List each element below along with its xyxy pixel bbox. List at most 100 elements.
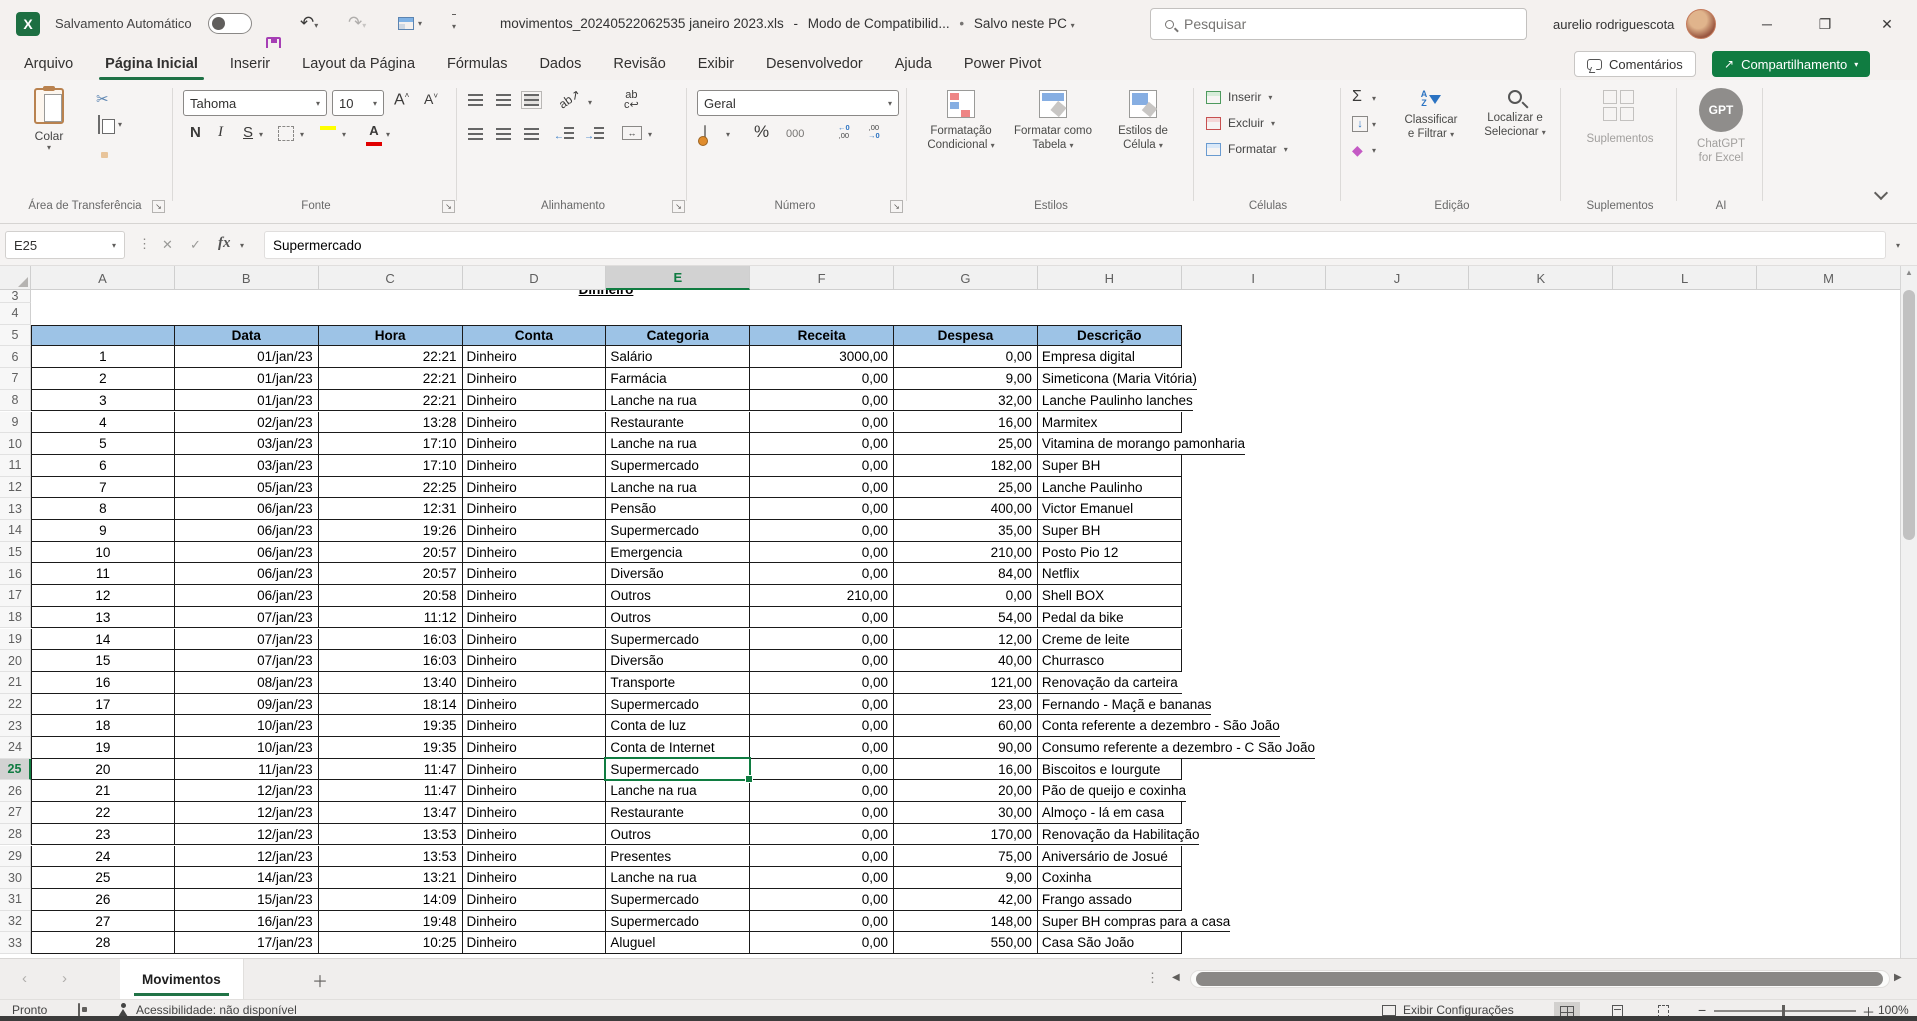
cell-D6[interactable]: Dinheiro bbox=[463, 346, 607, 368]
clear-dropdown[interactable]: ▾ bbox=[1372, 146, 1376, 155]
paste-button[interactable]: Colar ▾ bbox=[18, 88, 80, 152]
cell-D12[interactable]: Dinheiro bbox=[463, 477, 607, 499]
cell-D14[interactable]: Dinheiro bbox=[463, 520, 607, 542]
cell-H9[interactable]: Marmitex bbox=[1038, 412, 1182, 434]
cell-H19[interactable]: Creme de leite bbox=[1038, 629, 1182, 651]
align-middle-icon[interactable] bbox=[496, 94, 511, 106]
cell-A7[interactable]: 2 bbox=[31, 368, 175, 390]
percent-style-icon[interactable]: % bbox=[754, 122, 769, 142]
share-button[interactable]: ↗ Compartilhamento bbox=[1712, 51, 1870, 77]
cell-B16[interactable]: 06/jan/23 bbox=[175, 563, 319, 585]
col-header-C[interactable]: C bbox=[319, 266, 463, 290]
name-box[interactable]: E25▾ bbox=[5, 231, 125, 259]
cell-E16[interactable]: Diversão bbox=[606, 563, 750, 585]
cell-F25[interactable]: 0,00 bbox=[750, 759, 894, 781]
cell-B9[interactable]: 02/jan/23 bbox=[175, 412, 319, 434]
row-header-27[interactable]: 27 bbox=[0, 802, 31, 824]
cell-B14[interactable]: 06/jan/23 bbox=[175, 520, 319, 542]
cell-H12[interactable]: Lanche Paulinho bbox=[1038, 477, 1182, 499]
cell-H27[interactable]: Almoço - lá em casa bbox=[1038, 802, 1182, 824]
formula-input[interactable]: Supermercado bbox=[264, 231, 1886, 259]
table-header-Conta[interactable]: Conta bbox=[463, 325, 607, 347]
cell-H11[interactable]: Super BH bbox=[1038, 455, 1182, 477]
row-header-16[interactable]: 16 bbox=[0, 563, 31, 585]
row-header-13[interactable]: 13 bbox=[0, 498, 31, 520]
cell-H6[interactable]: Empresa digital bbox=[1038, 346, 1182, 368]
cell-H33[interactable]: Casa São João bbox=[1038, 932, 1182, 954]
cell-H23[interactable]: Conta referente a dezembro - São João bbox=[1038, 715, 1280, 737]
cell-B23[interactable]: 10/jan/23 bbox=[175, 715, 319, 737]
cell-D21[interactable]: Dinheiro bbox=[463, 672, 607, 694]
cell-A24[interactable]: 19 bbox=[31, 737, 175, 759]
cell-C16[interactable]: 20:57 bbox=[319, 563, 463, 585]
increase-font-icon[interactable]: A˄ bbox=[394, 91, 409, 109]
cell-E26[interactable]: Lanche na rua bbox=[606, 780, 750, 802]
col-header-D[interactable]: D bbox=[463, 266, 607, 290]
merge-center-icon[interactable]: ↔ bbox=[622, 126, 642, 140]
cell-styles-button[interactable]: Estilos de Célula ▾ bbox=[1099, 90, 1187, 153]
col-header-J[interactable]: J bbox=[1326, 266, 1470, 290]
tab-dados[interactable]: Dados bbox=[523, 48, 597, 80]
cell-E12[interactable]: Lanche na rua bbox=[606, 477, 750, 499]
align-bottom-icon[interactable] bbox=[524, 94, 539, 106]
cell-A14[interactable]: 9 bbox=[31, 520, 175, 542]
close-button[interactable]: ✕ bbox=[1864, 0, 1910, 48]
cell-A13[interactable]: 8 bbox=[31, 498, 175, 520]
cell-G28[interactable]: 170,00 bbox=[894, 824, 1038, 846]
col-header-A[interactable]: A bbox=[31, 266, 175, 290]
increase-decimal-icon[interactable]: ←0,00 bbox=[838, 124, 850, 140]
row-header-32[interactable]: 32 bbox=[0, 911, 31, 933]
display-settings-icon[interactable] bbox=[1382, 1005, 1396, 1016]
cell-G25[interactable]: 16,00 bbox=[894, 759, 1038, 781]
cell-H8[interactable]: Lanche Paulinho lanches bbox=[1038, 390, 1193, 412]
cell-H20[interactable]: Churrasco bbox=[1038, 650, 1182, 672]
bold-button[interactable]: N bbox=[190, 124, 201, 141]
delete-cells-button[interactable]: Excluir▾ bbox=[1206, 116, 1275, 130]
table-header-Hora[interactable]: Hora bbox=[319, 325, 463, 347]
sort-filter-button[interactable]: AZ Classificar e Filtrar ▾ bbox=[1392, 90, 1470, 142]
cell-A16[interactable]: 11 bbox=[31, 563, 175, 585]
collapse-ribbon-icon[interactable] bbox=[1874, 186, 1888, 200]
row-header-6[interactable]: 6 bbox=[0, 346, 31, 368]
align-left-icon[interactable] bbox=[468, 128, 483, 140]
cell-D28[interactable]: Dinheiro bbox=[463, 824, 607, 846]
avatar[interactable] bbox=[1686, 9, 1716, 39]
cell-E29[interactable]: Presentes bbox=[606, 846, 750, 868]
cell-G31[interactable]: 42,00 bbox=[894, 889, 1038, 911]
tab-inserir[interactable]: Inserir bbox=[214, 48, 286, 80]
cell-C32[interactable]: 19:48 bbox=[319, 911, 463, 933]
copy-icon[interactable] bbox=[98, 115, 100, 134]
cell-A28[interactable]: 23 bbox=[31, 824, 175, 846]
alignment-dialog-launcher[interactable]: ↘ bbox=[672, 200, 685, 213]
display-settings-label[interactable]: Exibir Configurações bbox=[1403, 1003, 1514, 1017]
clipboard-dialog-launcher[interactable]: ↘ bbox=[152, 200, 165, 213]
cell-G22[interactable]: 23,00 bbox=[894, 694, 1038, 716]
comments-button[interactable]: Comentários bbox=[1574, 51, 1696, 77]
cell-H30[interactable]: Coxinha bbox=[1038, 867, 1182, 889]
cell-E18[interactable]: Outros bbox=[606, 607, 750, 629]
cell-G27[interactable]: 30,00 bbox=[894, 802, 1038, 824]
cell-A23[interactable]: 18 bbox=[31, 715, 175, 737]
cell-H22[interactable]: Fernando - Maçã e bananas bbox=[1038, 694, 1212, 716]
cell-F29[interactable]: 0,00 bbox=[750, 846, 894, 868]
cell-C13[interactable]: 12:31 bbox=[319, 498, 463, 520]
cell-E15[interactable]: Emergencia bbox=[606, 542, 750, 564]
col-header-K[interactable]: K bbox=[1469, 266, 1613, 290]
cell-D3-partial[interactable]: Dinheiro bbox=[462, 290, 750, 304]
cell-H18[interactable]: Pedal da bike bbox=[1038, 607, 1182, 629]
cell-C33[interactable]: 10:25 bbox=[319, 932, 463, 954]
cell-E21[interactable]: Transporte bbox=[606, 672, 750, 694]
cell-F21[interactable]: 0,00 bbox=[750, 672, 894, 694]
cell-B27[interactable]: 12/jan/23 bbox=[175, 802, 319, 824]
copy-dropdown[interactable]: ▾ bbox=[118, 120, 122, 129]
cell-E17[interactable]: Outros bbox=[606, 585, 750, 607]
cell-D31[interactable]: Dinheiro bbox=[463, 889, 607, 911]
cell-A20[interactable]: 15 bbox=[31, 650, 175, 672]
col-header-M[interactable]: M bbox=[1757, 266, 1901, 290]
cell-F22[interactable]: 0,00 bbox=[750, 694, 894, 716]
row-header-21[interactable]: 21 bbox=[0, 672, 31, 694]
cell-H13[interactable]: Victor Emanuel bbox=[1038, 498, 1182, 520]
cell-B19[interactable]: 07/jan/23 bbox=[175, 629, 319, 651]
cell-E14[interactable]: Supermercado bbox=[606, 520, 750, 542]
cell-C21[interactable]: 13:40 bbox=[319, 672, 463, 694]
